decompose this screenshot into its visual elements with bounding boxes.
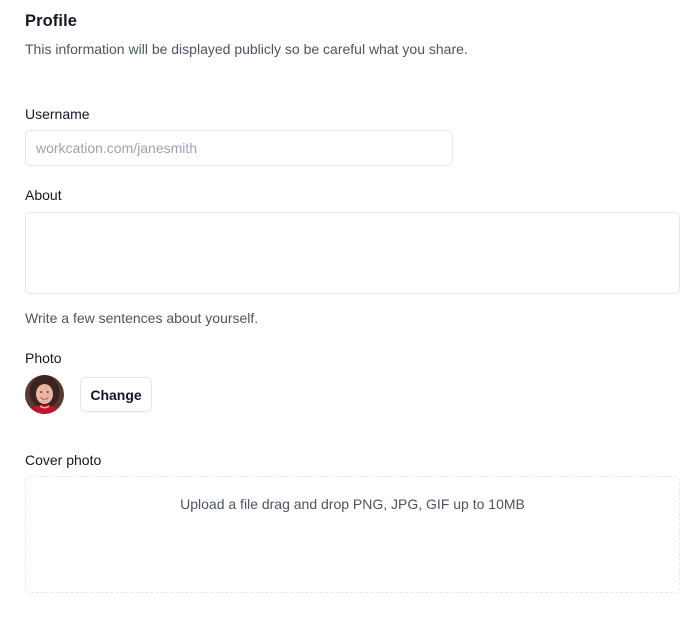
profile-form: Profile This information will be display… xyxy=(0,0,700,625)
photo-label: Photo xyxy=(25,350,62,366)
about-label: About xyxy=(25,187,62,203)
avatar xyxy=(25,375,64,414)
cover-photo-dropzone[interactable]: Upload a file drag and drop PNG, JPG, GI… xyxy=(25,476,680,593)
change-photo-button[interactable]: Change xyxy=(80,377,152,412)
about-helper-text: Write a few sentences about yourself. xyxy=(25,310,259,326)
section-title: Profile xyxy=(25,12,78,30)
section-description: This information will be displayed publi… xyxy=(25,41,468,57)
cover-photo-label: Cover photo xyxy=(25,452,102,468)
user-avatar-icon xyxy=(25,375,64,414)
about-textarea[interactable] xyxy=(25,212,680,294)
username-input[interactable] xyxy=(25,130,453,166)
dropzone-prompt: Upload a file drag and drop PNG, JPG, GI… xyxy=(180,496,525,512)
username-label: Username xyxy=(25,106,90,122)
